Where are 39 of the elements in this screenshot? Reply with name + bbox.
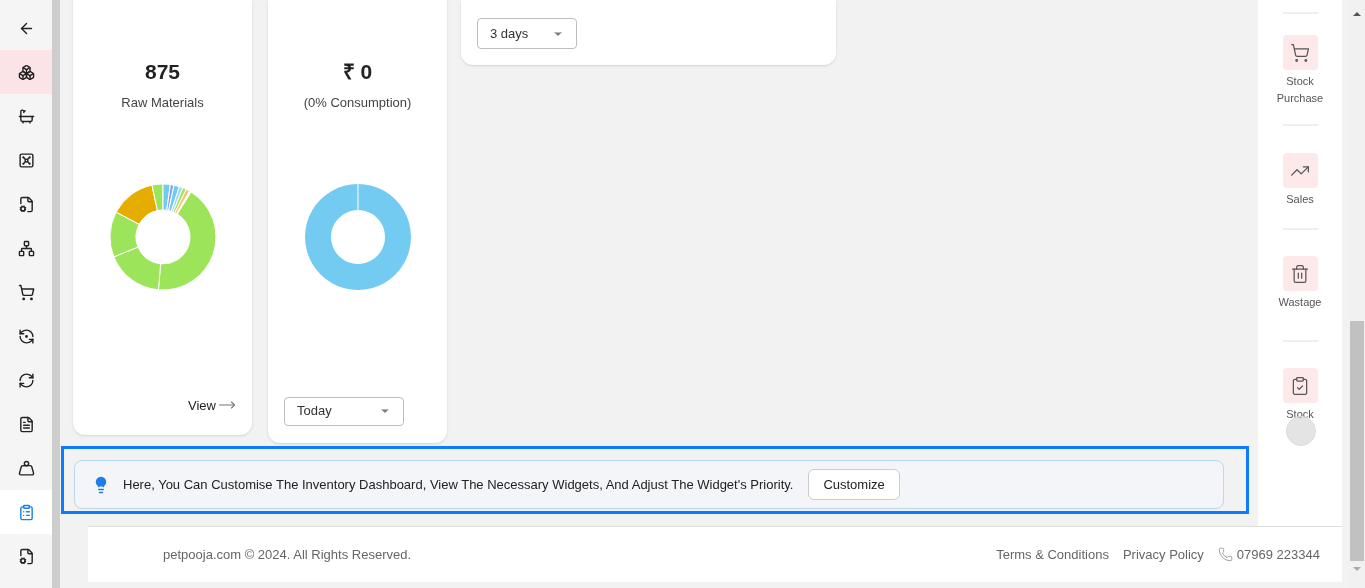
banner-text: Here, You Can Customise The Inventory Dashboard, View The Necessary Widgets, And Adjust The Widget's Priority. — [123, 475, 794, 494]
copyright-text: petpooja.com © 2024. All Rights Reserved. — [163, 545, 412, 564]
quick-action-label: Stock — [1285, 407, 1315, 422]
hierarchy-icon — [17, 239, 35, 257]
clipboard-check-icon — [1290, 375, 1310, 396]
document-gear-icon — [17, 547, 35, 565]
refresh-icon — [17, 371, 35, 389]
cycle-icon — [17, 327, 35, 345]
view-link[interactable]: View — [188, 395, 236, 415]
quick-action-button[interactable] — [1282, 35, 1318, 70]
clipboard-icon — [17, 503, 35, 521]
stat-label: Raw Materials — [121, 94, 204, 112]
safe-icon — [17, 151, 35, 169]
sidebar-item[interactable] — [0, 50, 52, 94]
quick-action-label: Stock Purchase — [1275, 74, 1325, 106]
cart-icon — [17, 283, 35, 301]
phone-icon — [1217, 547, 1233, 562]
customize-button[interactable]: Customize — [808, 469, 900, 500]
dropdown[interactable]: 3 days — [477, 18, 577, 49]
dropdown[interactable]: Today — [284, 396, 404, 426]
quick-action-label: Wastage — [1277, 295, 1323, 310]
tub-icon — [17, 107, 35, 125]
footer-link[interactable]: Terms & Conditions — [996, 544, 1109, 565]
document-icon — [17, 415, 35, 433]
trash-icon — [1290, 263, 1310, 284]
footer-link[interactable]: Privacy Policy — [1122, 544, 1204, 565]
stat-value: 875 — [144, 60, 180, 84]
quick-action-button[interactable] — [1282, 256, 1318, 291]
document-gear-icon — [17, 195, 35, 213]
touch-indicator — [1286, 416, 1316, 446]
consumption-label: (0% Consumption) — [303, 94, 412, 112]
boxes-icon — [17, 63, 35, 81]
cart-icon — [1290, 42, 1310, 63]
quick-action-button[interactable] — [1282, 153, 1318, 188]
quick-action-label: Sales — [1285, 192, 1315, 207]
quick-action-button[interactable] — [1282, 368, 1318, 403]
phone-number: 07969 223344 — [1236, 545, 1320, 564]
consumption-value: ₹ 0 — [342, 60, 373, 84]
weight-icon — [17, 459, 35, 477]
